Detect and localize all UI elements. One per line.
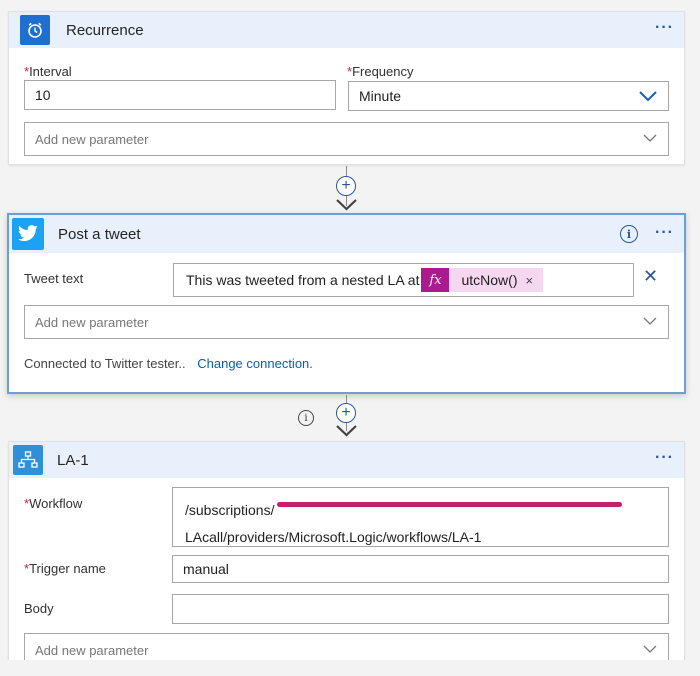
frequency-value: Minute <box>359 88 402 104</box>
la1-title: LA-1 <box>57 451 89 469</box>
interval-label: *Interval <box>24 64 72 79</box>
post-tweet-title: Post a tweet <box>58 225 141 243</box>
workflow-input[interactable]: /subscriptions/ LAcall/providers/Microso… <box>172 487 669 547</box>
connection-status: Connected to Twitter tester.. Change con… <box>24 356 313 371</box>
chevron-down-icon <box>638 89 658 103</box>
arrow-down-icon <box>336 425 357 437</box>
post-tweet-card[interactable]: Post a tweet i ··· Tweet text This was t… <box>7 213 686 394</box>
workflow-hierarchy-icon <box>13 445 43 475</box>
body-input[interactable] <box>172 594 669 624</box>
redaction-mark <box>277 502 622 507</box>
recurrence-add-parameter-dropdown[interactable]: Add new parameter <box>24 122 669 156</box>
add-parameter-placeholder: Add new parameter <box>35 131 149 147</box>
post-tweet-header[interactable]: Post a tweet i ··· <box>9 215 684 253</box>
recurrence-title: Recurrence <box>66 21 144 39</box>
body-label: Body <box>24 601 54 616</box>
trigger-name-value: manual <box>183 561 229 577</box>
tweet-text-input[interactable]: This was tweeted from a nested LA at fx … <box>173 263 634 297</box>
trigger-name-input[interactable]: manual <box>172 555 669 583</box>
tweet-add-parameter-dropdown[interactable]: Add new parameter <box>24 305 669 339</box>
workflow-label: *Workflow <box>24 496 83 511</box>
page-bottom-strip <box>0 660 700 676</box>
add-parameter-placeholder: Add new parameter <box>35 314 149 330</box>
interval-value: 10 <box>35 87 51 103</box>
twitter-bird-icon <box>12 218 44 250</box>
token-remove-icon[interactable]: × <box>525 273 533 288</box>
chevron-down-icon <box>642 315 658 327</box>
fx-icon: fx <box>421 268 450 292</box>
post-tweet-menu-button[interactable]: ··· <box>655 225 674 241</box>
trigger-name-label: *Trigger name <box>24 561 106 576</box>
recurrence-menu-button[interactable]: ··· <box>655 20 674 36</box>
info-icon[interactable]: i <box>620 225 638 243</box>
utcnow-token[interactable]: utcNow() × <box>449 268 544 292</box>
token-label: utcNow() <box>461 272 518 288</box>
interval-input[interactable]: 10 <box>24 80 336 110</box>
connector-line <box>346 166 347 176</box>
chevron-down-icon <box>642 132 658 144</box>
recurrence-card[interactable]: Recurrence ··· *Interval 10 *Frequency M… <box>8 11 685 165</box>
frequency-dropdown[interactable]: Minute <box>348 81 669 111</box>
add-step-button[interactable]: + <box>336 403 356 423</box>
chevron-down-icon <box>642 643 658 655</box>
change-connection-link[interactable]: Change connection. <box>197 356 313 371</box>
recurrence-header[interactable]: Recurrence ··· <box>9 12 684 48</box>
info-icon[interactable]: i <box>298 410 314 426</box>
la1-header[interactable]: LA-1 ··· <box>9 442 684 478</box>
connector-line <box>346 395 347 403</box>
workflow-line-2: LAcall/providers/Microsoft.Logic/workflo… <box>185 529 482 545</box>
la1-card[interactable]: LA-1 ··· *Workflow /subscriptions/ LAcal… <box>8 441 685 676</box>
arrow-down-icon <box>336 199 357 211</box>
add-step-button[interactable]: + <box>336 176 356 196</box>
la1-menu-button[interactable]: ··· <box>655 450 674 466</box>
tweet-text-value: This was tweeted from a nested LA at <box>186 272 420 288</box>
clear-field-icon[interactable]: ✕ <box>643 266 658 287</box>
tweet-text-label: Tweet text <box>24 271 84 286</box>
alarm-clock-icon <box>20 15 50 45</box>
add-parameter-placeholder: Add new parameter <box>35 642 149 658</box>
frequency-label: *Frequency <box>347 64 414 79</box>
